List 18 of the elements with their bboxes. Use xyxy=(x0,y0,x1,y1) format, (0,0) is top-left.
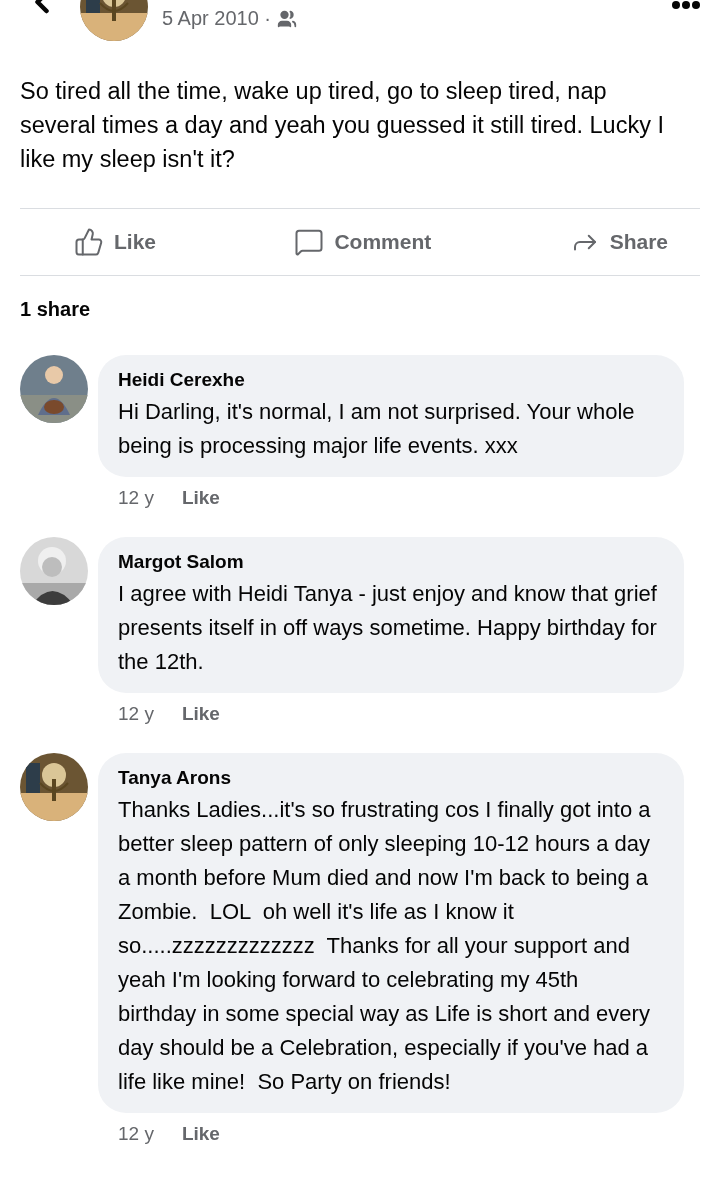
comment-text: Hi Darling, it's normal, I am not surprised. Your whole being is processing major life events. xxx xyxy=(118,398,636,460)
comment-author: Margot Salom xyxy=(118,551,245,573)
post-text: So tired all the time, wake up tired, go to sleep tired, nap several times a day and yeah you guessed it still tired. Lucky I like my sleep isn't it? xyxy=(20,77,665,174)
like-link[interactable]: Like xyxy=(181,487,220,509)
comment-author: Heidi Cerexhe xyxy=(118,369,246,391)
comment-age: 12 y xyxy=(118,1123,154,1145)
share-count: 1 share xyxy=(20,298,92,321)
post-date: 5 Apr 2010 · xyxy=(162,7,271,30)
comment-author: Tanya Arons xyxy=(118,767,232,789)
share-button[interactable]: Share xyxy=(569,221,668,263)
like-link[interactable]: Like xyxy=(181,703,220,725)
comment-age: 12 y xyxy=(118,487,154,509)
comment-age: 12 y xyxy=(118,703,154,725)
comment-text: I agree with Heidi Tanya - just enjoy and know that grief presents itself in off ways sometime. Happy birthday for the 12th. xyxy=(118,580,658,676)
like-button[interactable]: Like xyxy=(74,221,157,263)
comment-button[interactable]: Comment xyxy=(294,221,432,263)
comment-text: Thanks Ladies...it's so frustrating cos I finally got into a better sleep pattern of only sleeping 10-12 hours a day a month before Mum died and now I'm back to being a Zombie. LOL oh well it's life as I know it so.....zzzzzzzzzzzzz Thanks for all your support and yeah I'm looking forward to celebrating my 45th birthday in some special way as Life is short and every day should be a Celebration, especially if you've had a life like mine! So Party on friends! xyxy=(118,796,652,1096)
like-link[interactable]: Like xyxy=(181,1123,220,1145)
